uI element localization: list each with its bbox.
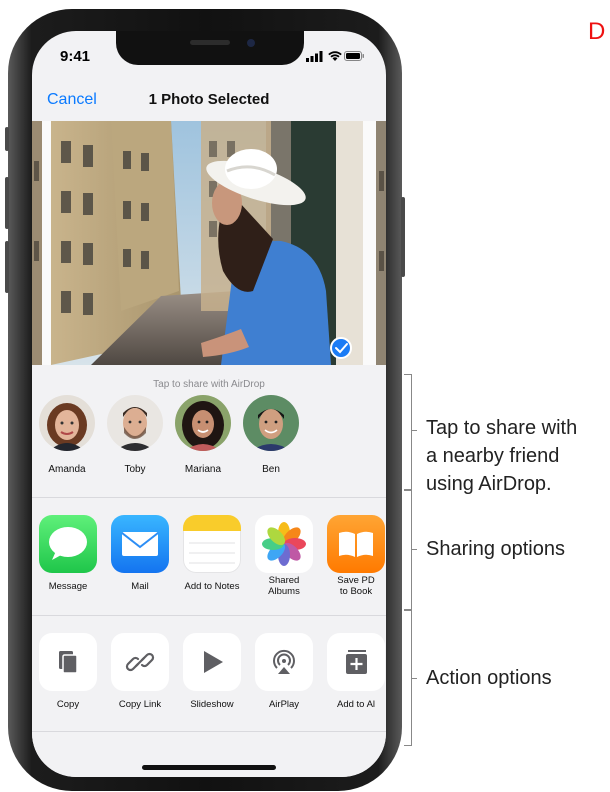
side-button <box>401 197 405 277</box>
contact-name: Mariana <box>184 464 222 475</box>
action-label: Copy Link <box>118 699 162 710</box>
selected-photo[interactable] <box>51 121 363 365</box>
airplay-icon <box>255 633 313 691</box>
airdrop-contact-ben[interactable]: Ben <box>236 395 306 475</box>
share-app-add-to-notes[interactable]: Add to Notes <box>177 515 247 592</box>
section-divider <box>32 497 386 498</box>
books-icon <box>327 515 385 573</box>
share-app-save-pdf-to-books[interactable]: Save PD to Book <box>321 515 386 597</box>
app-label: Save PD to Book <box>337 575 375 597</box>
action-slideshow[interactable]: Slideshow <box>177 633 247 710</box>
action-copy[interactable]: Copy <box>33 633 103 710</box>
airdrop-contact-mariana[interactable]: Mariana <box>168 395 238 475</box>
status-time: 9:41 <box>60 48 91 65</box>
section-divider <box>32 731 386 732</box>
copy-icon <box>39 633 97 691</box>
action-bracket-tick <box>411 678 417 680</box>
silent-switch <box>5 127 9 151</box>
section-divider <box>32 615 386 616</box>
next-photo-thumbnail <box>376 121 386 365</box>
wifi-icon <box>328 51 342 61</box>
battery-icon <box>344 51 364 61</box>
action-label: Copy <box>56 699 80 710</box>
link-icon <box>111 633 169 691</box>
messages-icon <box>39 515 97 573</box>
notch <box>116 31 304 65</box>
share-app-shared-albums[interactable]: Shared Albums <box>249 515 319 597</box>
front-camera <box>247 39 255 47</box>
share-app-message[interactable]: Message <box>33 515 103 592</box>
airdrop-contact-amanda[interactable]: Amanda <box>32 395 102 475</box>
airdrop-title: Tap to share with AirDrop <box>153 379 265 390</box>
airdrop-callout: Tap to share with a nearby friend using … <box>426 417 578 495</box>
share-sheet-header: Cancel 1 Photo Selected <box>32 81 386 121</box>
play-icon <box>183 633 241 691</box>
app-label: Shared Albums <box>268 575 300 597</box>
app-label: Mail <box>131 581 149 592</box>
iphone-frame: 9:41 Cancel 1 Photo Selected Tap to shar… <box>5 9 405 791</box>
share-sheet: Tap to share with AirDrop Amanda Toby Ma… <box>32 375 386 777</box>
action-add-to-album[interactable]: Add to Al <box>321 633 386 710</box>
action-copy-link[interactable]: Copy Link <box>105 633 175 710</box>
notes-icon <box>183 515 241 573</box>
avatar <box>243 395 299 451</box>
app-label: Add to Notes <box>184 581 240 592</box>
status-icons <box>306 49 364 67</box>
header-title: 1 Photo Selected <box>148 91 270 108</box>
avatar <box>175 395 231 451</box>
mail-icon <box>111 515 169 573</box>
corner-letter: D <box>588 18 606 45</box>
cellular-signal-icon <box>306 51 323 62</box>
contact-name: Amanda <box>48 464 86 475</box>
contact-name: Toby <box>124 464 146 475</box>
avatar <box>39 395 95 451</box>
action-label: AirPlay <box>268 699 300 710</box>
airdrop-bracket-tick <box>411 430 417 432</box>
airdrop-bracket <box>404 374 412 490</box>
home-indicator[interactable] <box>142 765 276 770</box>
action-airplay[interactable]: AirPlay <box>249 633 319 710</box>
airdrop-contact-toby[interactable]: Toby <box>100 395 170 475</box>
phone-screen: 9:41 Cancel 1 Photo Selected Tap to shar… <box>32 31 386 777</box>
photos-icon <box>255 515 313 573</box>
contact-name: Ben <box>262 464 280 475</box>
speaker-grille <box>190 40 230 45</box>
action-callout: Action options <box>426 667 552 689</box>
action-label: Slideshow <box>190 699 234 710</box>
share-app-mail[interactable]: Mail <box>105 515 175 592</box>
previous-photo-thumbnail <box>32 121 42 365</box>
selected-checkmark-icon <box>330 337 352 359</box>
add-album-icon <box>327 633 385 691</box>
action-label: Add to Al <box>336 699 376 710</box>
sharing-bracket-tick <box>411 549 417 551</box>
volume-up-button <box>5 177 9 229</box>
volume-down-button <box>5 241 9 293</box>
app-label: Message <box>48 581 88 592</box>
avatar <box>107 395 163 451</box>
sharing-callout: Sharing options <box>426 538 565 560</box>
photo-strip[interactable] <box>32 121 386 365</box>
